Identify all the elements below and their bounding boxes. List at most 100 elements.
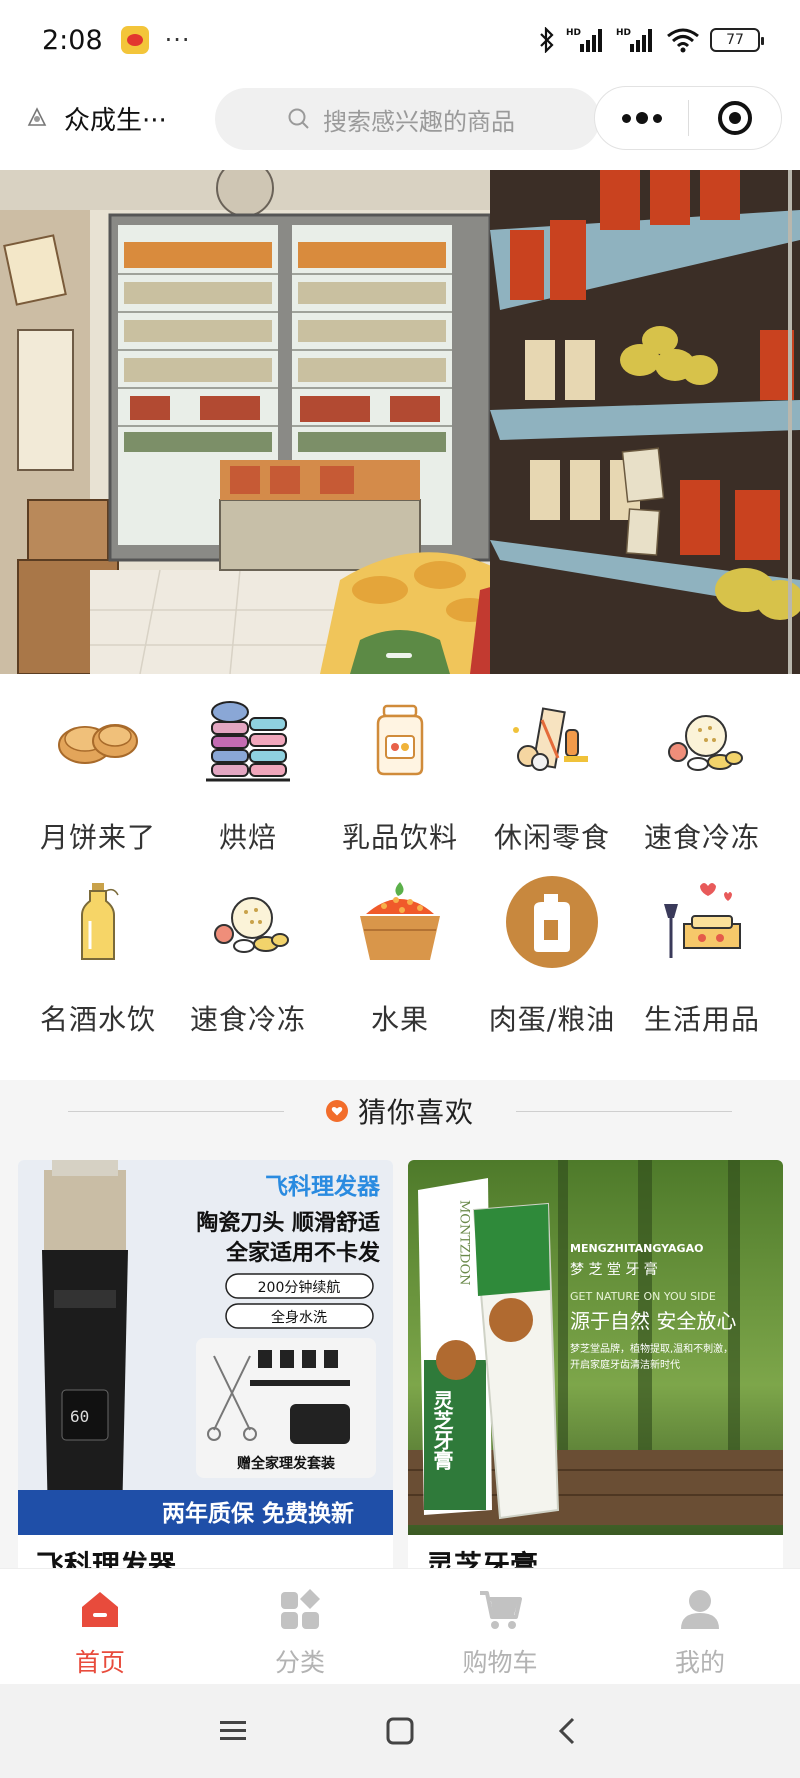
category-label: 烘焙 bbox=[218, 821, 277, 854]
tab-profile[interactable]: 我的 bbox=[600, 1569, 800, 1684]
divider-line bbox=[68, 1111, 284, 1112]
product-list: 60 飞科理发器 陶瓷刀头 顺滑舒适 全家适用不卡发 200分钟续航 全身水洗 bbox=[0, 1142, 800, 1572]
battery-indicator: 77 bbox=[710, 28, 764, 52]
grocery-store-illustration bbox=[0, 170, 800, 674]
tab-label: 分类 bbox=[274, 1648, 325, 1677]
promo-desc2: 开启家庭牙齿清洁新时代 bbox=[570, 1358, 680, 1371]
category-label: 月饼来了 bbox=[39, 821, 156, 854]
macaron-icon bbox=[198, 690, 298, 790]
box-text: 灵芝牙膏 bbox=[430, 1390, 454, 1471]
promo-line2: 全家适用不卡发 bbox=[225, 1240, 381, 1266]
tab-cart[interactable]: 购物车 bbox=[400, 1569, 600, 1684]
tab-label: 我的 bbox=[674, 1648, 725, 1677]
category-label: 休闲零食 bbox=[493, 821, 610, 854]
oil-jug-icon bbox=[502, 872, 602, 972]
more-dots-icon[interactable] bbox=[595, 87, 688, 149]
signal-icon: HD bbox=[566, 28, 602, 52]
category-item[interactable]: 水果 bbox=[320, 872, 480, 1042]
frozen-food-icon bbox=[652, 690, 752, 790]
milk-jar-icon bbox=[350, 690, 450, 790]
menu-button[interactable] bbox=[203, 1701, 263, 1761]
search-input[interactable]: 搜索感兴趣的商品 bbox=[215, 88, 600, 150]
product-card[interactable]: 60 飞科理发器 陶瓷刀头 顺滑舒适 全家适用不卡发 200分钟续航 全身水洗 bbox=[18, 1160, 393, 1572]
box-brand: MONTZDON bbox=[457, 1200, 472, 1286]
search-placeholder: 搜索感兴趣的商品 bbox=[323, 107, 515, 136]
divider-line bbox=[516, 1111, 732, 1112]
category-item[interactable]: 乳品饮料 bbox=[320, 690, 480, 860]
header: 众成生··· 搜索感兴趣的商品 bbox=[0, 80, 800, 170]
promo-footer: 两年质保 免费换新 bbox=[162, 1500, 354, 1527]
category-label: 速食冷冻 bbox=[643, 821, 760, 854]
home-icon bbox=[82, 1592, 118, 1627]
banner-carousel[interactable] bbox=[0, 170, 800, 674]
category-item[interactable]: 速食冷冻 bbox=[168, 872, 328, 1042]
category-label: 速食冷冻 bbox=[189, 1003, 306, 1036]
bluetooth-icon bbox=[540, 27, 554, 53]
menu-icon bbox=[220, 1721, 247, 1740]
search-icon bbox=[288, 108, 309, 129]
tab-category[interactable]: 分类 bbox=[200, 1569, 400, 1684]
fruit-basket-icon bbox=[350, 872, 450, 972]
promo-brand-en: MENGZHITANGYAGAO bbox=[570, 1242, 703, 1255]
mooncake-icon bbox=[48, 690, 148, 790]
liquor-bottle-icon bbox=[48, 872, 148, 972]
promo-slogan-en: GET NATURE ON YOU SIDE bbox=[570, 1290, 716, 1303]
back-button[interactable] bbox=[537, 1701, 597, 1761]
promo-pill1: 200分钟续航 bbox=[258, 1279, 341, 1296]
recommend-title: 猜你喜欢 bbox=[357, 1096, 474, 1129]
category-item[interactable]: 烘焙 bbox=[168, 690, 328, 860]
promo-brand: 飞科理发器 bbox=[265, 1173, 381, 1200]
status-more: ··· bbox=[164, 26, 191, 54]
signal-icon-2: HD bbox=[616, 28, 652, 52]
category-grid: 月饼来了 烘焙 乳品饮料 休闲零食 速食冷冻 名酒水饮 速食冷冻 水果 肉蛋/粮… bbox=[0, 690, 800, 1070]
promo-slogan-cn: 源于自然 安全放心 bbox=[570, 1309, 736, 1333]
category-item[interactable]: 生活用品 bbox=[622, 872, 782, 1042]
tab-label: 购物车 bbox=[462, 1648, 538, 1677]
category-label: 肉蛋/粮油 bbox=[488, 1003, 616, 1036]
promo-line1: 陶瓷刀头 顺滑舒适 bbox=[196, 1210, 380, 1236]
category-item[interactable]: 肉蛋/粮油 bbox=[472, 872, 632, 1042]
frozen-food-icon bbox=[198, 872, 298, 972]
tab-label: 首页 bbox=[74, 1648, 125, 1677]
product-card[interactable]: 灵芝牙膏 MONTZDON MENGZHITANGYAGAO 梦 芝 堂 牙 膏… bbox=[408, 1160, 783, 1572]
recommend-header: 猜你喜欢 bbox=[0, 1080, 800, 1142]
category-item[interactable]: 休闲零食 bbox=[472, 690, 632, 860]
category-icon bbox=[281, 1589, 320, 1629]
tab-home[interactable]: 首页 bbox=[0, 1569, 200, 1684]
promo-gift: 赠全家理发套装 bbox=[237, 1455, 336, 1472]
product-image: 灵芝牙膏 MONTZDON MENGZHITANGYAGAO 梦 芝 堂 牙 膏… bbox=[408, 1160, 783, 1535]
category-item[interactable]: 速食冷冻 bbox=[622, 690, 782, 860]
signal-hd-label: HD bbox=[566, 28, 581, 38]
category-label: 名酒水饮 bbox=[39, 1003, 156, 1036]
weibo-icon bbox=[120, 26, 149, 54]
system-nav-bar bbox=[0, 1684, 800, 1778]
signal-hd-label-2: HD bbox=[616, 28, 631, 38]
store-name[interactable]: 众成生··· bbox=[64, 100, 167, 137]
target-close-icon[interactable] bbox=[689, 101, 781, 135]
category-label: 生活用品 bbox=[643, 1003, 760, 1036]
category-label: 水果 bbox=[370, 1003, 429, 1036]
status-time: 2:08 bbox=[42, 24, 103, 56]
back-chevron-icon bbox=[558, 1717, 574, 1745]
heart-icon bbox=[325, 1100, 348, 1122]
status-indicators: HD HD 77 bbox=[538, 26, 764, 54]
miniprogram-capsule bbox=[594, 86, 782, 150]
product-image: 60 飞科理发器 陶瓷刀头 顺滑舒适 全家适用不卡发 200分钟续航 全身水洗 bbox=[18, 1160, 393, 1535]
bottom-tab-bar: 首页 分类 购物车 我的 bbox=[0, 1568, 800, 1684]
store-logo-icon bbox=[27, 107, 47, 126]
carousel-indicator bbox=[386, 653, 412, 658]
promo-pill2: 全身水洗 bbox=[271, 1309, 327, 1326]
home-goods-icon bbox=[652, 872, 752, 972]
snacks-icon bbox=[502, 690, 602, 790]
promo-desc1: 梦芝堂品牌，植物提取,温和不刺激， bbox=[570, 1342, 733, 1355]
square-home-icon bbox=[386, 1717, 414, 1745]
svg-text:60: 60 bbox=[70, 1407, 89, 1426]
category-label: 乳品饮料 bbox=[341, 821, 458, 854]
category-item[interactable]: 名酒水饮 bbox=[18, 872, 178, 1042]
profile-icon bbox=[681, 1590, 719, 1629]
home-nav-button[interactable] bbox=[370, 1701, 430, 1761]
wifi-icon bbox=[667, 28, 699, 53]
cart-icon bbox=[480, 1591, 522, 1629]
category-item[interactable]: 月饼来了 bbox=[18, 690, 178, 860]
status-bar: 2:08 ··· HD HD 77 bbox=[0, 0, 800, 80]
